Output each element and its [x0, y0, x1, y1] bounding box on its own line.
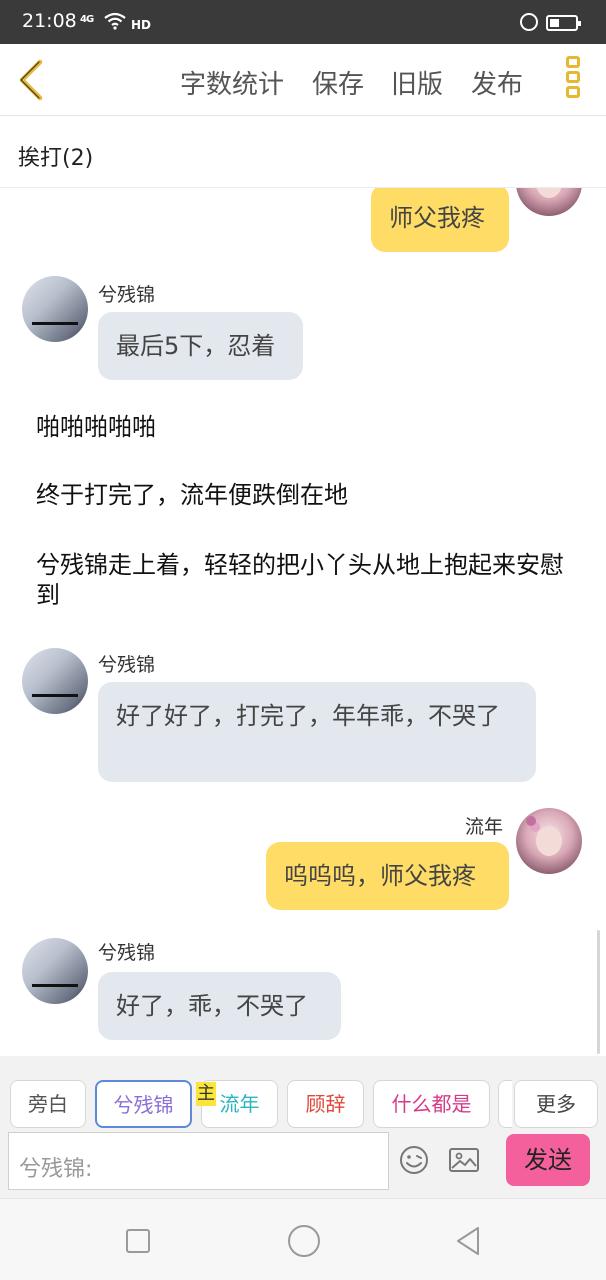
avatar — [22, 648, 88, 714]
more-vertical-icon[interactable] — [564, 56, 582, 104]
recents-icon[interactable] — [126, 1229, 150, 1253]
avatar — [22, 276, 88, 342]
role-chip-guci[interactable]: 顾辞 — [287, 1080, 364, 1128]
status-bar: 21:08 4G HD — [0, 0, 606, 44]
old-version-button[interactable]: 旧版 — [391, 64, 443, 101]
more-roles-label: 更多 — [536, 1092, 576, 1116]
network-label: 4G — [80, 14, 94, 25]
rotation-lock-icon — [520, 13, 538, 31]
more-roles-button[interactable]: 更多 — [514, 1080, 598, 1128]
role-chip-label: 顾辞 — [305, 1092, 346, 1116]
message-bubble[interactable]: 好了好了，打完了，年年乖，不哭了 — [98, 682, 536, 782]
chapter-title[interactable]: 挨打(2) — [18, 140, 93, 172]
image-icon[interactable] — [448, 1144, 480, 1176]
word-count-button[interactable]: 字数统计 — [180, 64, 284, 101]
wifi-icon — [104, 12, 126, 30]
sender-name: 流年 — [465, 816, 504, 838]
narration-text[interactable]: 终于打完了，流年便跌倒在地 — [36, 480, 348, 510]
top-toolbar: 字数统计 保存 旧版 发布 — [0, 44, 606, 116]
role-chip-label: 什么都是 — [391, 1092, 472, 1116]
save-button[interactable]: 保存 — [312, 64, 364, 101]
message-bubble[interactable]: 最后5下，忍着 — [98, 312, 303, 380]
chat-area[interactable]: 师父我疼 兮残锦 最后5下，忍着 啪啪啪啪啪 终于打完了，流年便跌倒在地 兮残锦… — [0, 188, 606, 1056]
avatar — [516, 808, 582, 874]
role-chip-anything[interactable]: 什么都是 — [373, 1080, 490, 1128]
narration-text[interactable]: 啪啪啪啪啪 — [36, 412, 156, 442]
battery-icon — [546, 15, 581, 31]
input-row: 兮残锦: 发送 — [0, 1130, 606, 1198]
chevron-left-icon[interactable] — [12, 58, 52, 102]
publish-button[interactable]: 发布 — [471, 64, 523, 101]
role-chip-partial[interactable] — [498, 1080, 512, 1128]
sender-name: 兮残锦 — [98, 284, 156, 306]
sender-name: 兮残锦 — [98, 942, 156, 964]
back-icon[interactable] — [454, 1225, 482, 1257]
role-chip-narrator[interactable]: 旁白 — [10, 1080, 86, 1128]
home-icon[interactable] — [288, 1225, 320, 1257]
role-selector: 旁白 兮残锦 流年 主 顾辞 什么都是 更多 — [0, 1056, 606, 1130]
message-bubble[interactable]: 师父我疼 — [371, 188, 509, 252]
main-character-badge: 主 — [196, 1082, 216, 1106]
chapter-header: 挨打(2) — [0, 116, 606, 188]
avatar — [22, 938, 88, 1004]
send-button[interactable]: 发送 — [506, 1134, 590, 1186]
message-bubble[interactable]: 呜呜呜，师父我疼 — [266, 842, 509, 910]
message-bubble[interactable]: 好了，乖，不哭了 — [98, 972, 341, 1040]
sender-name: 兮残锦 — [98, 654, 156, 676]
role-chip-label: 流年 — [219, 1092, 260, 1116]
emoji-icon[interactable] — [398, 1144, 430, 1176]
narration-text[interactable]: 兮残锦走上着，轻轻的把小丫头从地上抱起来安慰到 — [36, 550, 566, 610]
avatar — [516, 188, 582, 216]
hd-label: HD — [131, 18, 152, 32]
message-input[interactable]: 兮残锦: — [8, 1132, 389, 1190]
system-nav-bar — [0, 1198, 606, 1280]
status-time: 21:08 — [22, 10, 77, 32]
role-chip-label: 兮残锦 — [113, 1093, 174, 1117]
role-chip-label: 旁白 — [28, 1092, 68, 1116]
role-chip-xicanjin[interactable]: 兮残锦 — [95, 1080, 192, 1128]
scrollbar[interactable] — [597, 930, 600, 1054]
